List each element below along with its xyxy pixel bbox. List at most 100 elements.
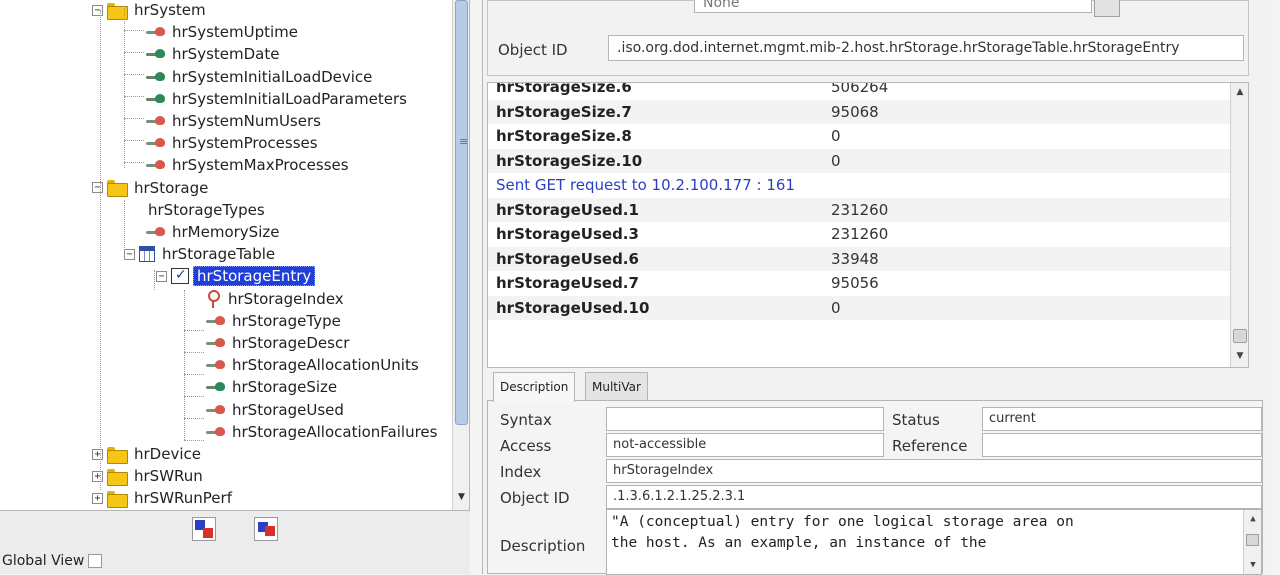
red-square-icon — [203, 528, 213, 538]
status-field[interactable]: current — [982, 407, 1262, 431]
global-view-checkbox[interactable] — [88, 554, 103, 568]
description-text[interactable]: "A (conceptual) entry for one logical st… — [606, 509, 1262, 575]
tree-node[interactable]: + hrSWRun — [92, 465, 205, 487]
tree-node[interactable]: + hrDevice — [92, 443, 203, 465]
table-entry-icon — [171, 264, 189, 286]
collapse-icon[interactable]: − — [92, 4, 103, 16]
result-row[interactable]: hrStorageUsed.7 95056 — [488, 271, 1230, 295]
results-scroll-thumb[interactable] — [1233, 329, 1247, 343]
tree-toolbar — [0, 510, 470, 548]
tree-node[interactable]: hrStorageAllocationFailures — [206, 421, 439, 443]
description-scroll-thumb[interactable] — [1246, 534, 1259, 546]
result-row[interactable]: hrStorageUsed.1 231260 — [488, 197, 1230, 222]
tree-node[interactable]: hrStorageType — [206, 310, 343, 332]
table-icon — [139, 246, 155, 263]
results-scrollbar[interactable]: ▲ ▼ — [1230, 83, 1248, 367]
collapse-icon[interactable]: − — [156, 270, 167, 282]
tree-connector-line — [184, 352, 204, 353]
tab-description[interactable]: Description — [493, 372, 576, 402]
tree-node-label: hrStorage — [134, 178, 209, 197]
tree-node[interactable]: + hrSWRunPerf — [92, 487, 234, 509]
tree-node-label: hrStorageType — [232, 311, 341, 330]
mib-tree-panel[interactable]: − hrSystem hrSystemUptime hrSystemDate hrSys… — [0, 0, 470, 510]
tree-node[interactable]: − hrStorage — [92, 177, 210, 199]
result-row[interactable]: hrStorageUsed.3 231260 — [488, 222, 1230, 246]
syntax-field[interactable] — [606, 407, 884, 431]
object-id-field[interactable]: .iso.org.dod.internet.mgmt.mib-2.host.hr… — [608, 35, 1244, 61]
tree-node[interactable]: hrSystemInitialLoadParameters — [146, 88, 409, 110]
result-value: 231260 — [831, 225, 889, 243]
tree-node-label: hrSystemNumUsers — [172, 112, 321, 130]
tree-node[interactable]: hrStorageUsed — [206, 399, 346, 421]
access-field[interactable]: not-accessible — [606, 433, 884, 457]
tree-connector-line — [124, 162, 144, 163]
tree-node-label: hrMemorySize — [172, 223, 280, 241]
tree-node[interactable]: hrMemorySize — [146, 221, 281, 243]
status-message-row[interactable]: Sent GET request to 10.2.100.177 : 161 — [488, 173, 1230, 197]
tree-node[interactable]: hrSystemNumUsers — [146, 110, 323, 132]
result-row[interactable]: hrStorageSize.8 0 — [488, 124, 1230, 148]
tree-node[interactable]: − hrStorageTable — [124, 243, 277, 265]
read-write-leaf-icon — [206, 381, 226, 393]
result-oid: hrStorageUsed.10 — [496, 298, 650, 317]
tree-node[interactable]: hrStorageDescr — [206, 332, 351, 354]
tree-node[interactable]: hrStorageSize — [206, 376, 339, 398]
result-row[interactable]: hrStorageSize.7 95068 — [488, 99, 1230, 124]
result-oid: hrStorageUsed.1 — [496, 200, 639, 219]
collapse-icon[interactable]: − — [124, 248, 135, 260]
tree-node[interactable]: hrSystemDate — [146, 43, 281, 65]
tree-node-label: hrStorageTable — [162, 245, 276, 264]
reference-label: Reference — [892, 437, 968, 455]
tree-node[interactable]: hrStorageTypes — [146, 199, 267, 221]
tree-node-label: hrDevice — [134, 445, 201, 463]
reference-field[interactable] — [982, 433, 1262, 457]
tree-scroll-thumb[interactable]: ≡ — [455, 0, 468, 425]
index-field[interactable]: hrStorageIndex — [606, 459, 1262, 483]
tree-connector-line — [154, 270, 155, 290]
tab-multivar[interactable]: MultiVar — [585, 372, 648, 400]
expand-icon[interactable]: + — [92, 448, 103, 460]
result-row[interactable]: hrStorageUsed.10 0 — [488, 295, 1230, 320]
tree-node[interactable]: hrStorageAllocationUnits — [206, 354, 421, 376]
read-only-leaf-icon — [206, 426, 226, 438]
oid-field[interactable]: .1.3.6.1.2.1.25.2.3.1 — [606, 485, 1262, 509]
top-select[interactable]: None — [694, 0, 1092, 13]
tree-connector-line — [184, 440, 204, 441]
read-write-leaf-icon — [146, 71, 166, 83]
top-select-dropdown-button[interactable] — [1094, 0, 1120, 17]
tree-node-label: hrStorageUsed — [232, 400, 344, 419]
tree-node[interactable]: − hrSystem — [92, 0, 208, 21]
collapse-node-button[interactable] — [254, 517, 278, 541]
expand-node-button[interactable] — [192, 517, 216, 541]
expand-icon[interactable]: + — [92, 492, 103, 504]
result-value: 95068 — [831, 102, 879, 121]
tree-node-label: hrSWRunPerf — [134, 489, 232, 508]
results-table[interactable]: hrStorageSize.6 506264 hrStorageSize.7 9506… — [487, 82, 1249, 368]
tree-connector-line — [184, 330, 204, 331]
result-value: 506264 — [831, 82, 889, 96]
tree-node[interactable]: hrStorageIndex — [206, 288, 346, 310]
tree-scrollbar[interactable]: ≡ ▼ — [452, 0, 469, 510]
scroll-down-arrow-icon[interactable]: ▼ — [1233, 349, 1247, 363]
tree-node[interactable]: hrSystemProcesses — [146, 132, 320, 154]
result-oid: hrStorageUsed.3 — [496, 225, 639, 243]
tree-node[interactable]: hrSystemMaxProcesses — [146, 154, 351, 176]
scroll-down-arrow-icon[interactable]: ▼ — [455, 492, 468, 506]
tree-node[interactable]: hrSystemUptime — [146, 21, 300, 43]
collapse-icon[interactable]: − — [92, 182, 103, 194]
index-label: Index — [500, 463, 542, 481]
expand-icon[interactable]: + — [92, 470, 103, 482]
scroll-down-arrow-icon[interactable]: ▼ — [1246, 558, 1260, 572]
result-row[interactable]: hrStorageSize.10 0 — [488, 148, 1230, 173]
tree-connector-line — [124, 8, 125, 168]
result-row[interactable]: hrStorageSize.6 506264 — [488, 82, 1230, 99]
tree-node-label: hrSystemInitialLoadParameters — [172, 89, 407, 108]
scroll-up-arrow-icon[interactable]: ▲ — [1246, 512, 1260, 526]
tree-node[interactable]: − hrStorageEntry — [156, 264, 316, 287]
description-scrollbar[interactable]: ▲ ▼ — [1243, 510, 1261, 574]
folder-icon — [107, 490, 128, 508]
tree-connector-line — [124, 52, 144, 53]
tree-node[interactable]: hrSystemInitialLoadDevice — [146, 66, 374, 88]
result-row[interactable]: hrStorageUsed.6 33948 — [488, 246, 1230, 271]
scroll-up-arrow-icon[interactable]: ▲ — [1233, 85, 1247, 99]
